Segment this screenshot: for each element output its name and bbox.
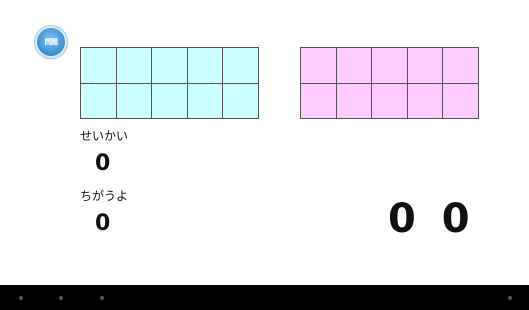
target-grid	[300, 47, 479, 119]
grid-cell	[372, 48, 408, 84]
grid-cell[interactable]	[152, 83, 188, 119]
wrong-label: ちがうよ	[80, 189, 129, 203]
grid-cell	[301, 48, 337, 84]
grid-cell	[407, 48, 444, 84]
grid-cell[interactable]	[116, 83, 153, 119]
wrong-count: 0	[95, 211, 111, 236]
grid-cell[interactable]	[81, 48, 117, 84]
nav-home-icon[interactable]	[59, 296, 63, 300]
nav-back-icon[interactable]	[19, 296, 23, 300]
grid-cell	[443, 83, 479, 119]
system-nav-bar	[0, 285, 529, 310]
grid-cell[interactable]	[187, 48, 224, 84]
correct-label: せいかい	[80, 129, 129, 143]
grid-cell[interactable]	[223, 48, 259, 84]
correct-count: 0	[95, 151, 111, 176]
grid-cell	[407, 83, 444, 119]
grid-cell	[336, 83, 373, 119]
grid-cell[interactable]	[223, 83, 259, 119]
problem-button-label: 問題	[44, 38, 59, 46]
answer-grid[interactable]	[80, 47, 259, 119]
problem-button[interactable]: 問題	[35, 26, 67, 58]
grid-cell[interactable]	[81, 83, 117, 119]
grid-cell[interactable]	[152, 48, 188, 84]
nav-menu-icon[interactable]	[508, 296, 512, 300]
nav-recents-icon[interactable]	[100, 296, 104, 300]
grid-cell	[372, 83, 408, 119]
grid-cell	[301, 83, 337, 119]
grid-cell	[336, 48, 373, 84]
grid-cell[interactable]	[187, 83, 224, 119]
grid-cell[interactable]	[116, 48, 153, 84]
score-display: 0 0	[388, 196, 476, 242]
grid-cell	[443, 48, 479, 84]
